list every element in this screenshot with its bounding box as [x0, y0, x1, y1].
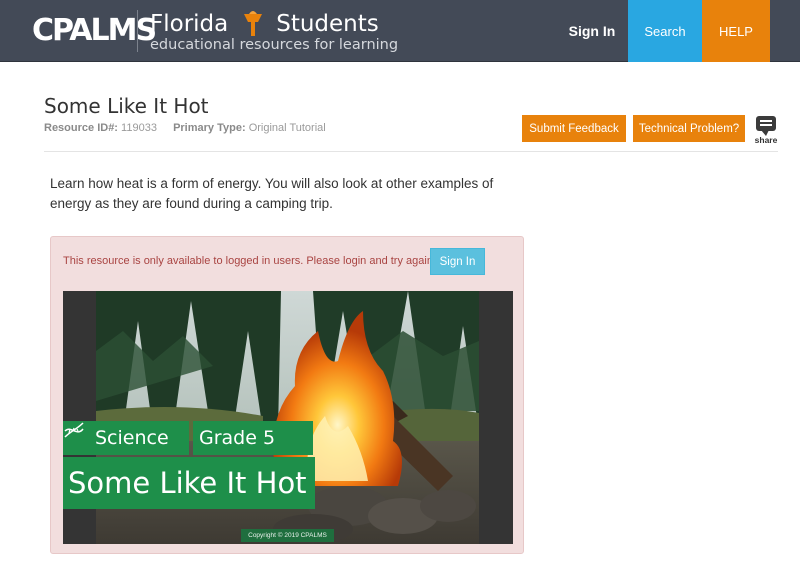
login-required-alert: This resource is only available to logge…: [50, 236, 524, 554]
alert-signin-button[interactable]: Sign In: [430, 248, 485, 275]
resource-id-value: 119033: [121, 122, 157, 134]
grade-tag: Grade 5: [193, 421, 313, 455]
torch-icon: [240, 10, 266, 38]
dna-icon: [64, 422, 84, 438]
resource-description: Learn how heat is a form of energy. You …: [50, 176, 494, 211]
copyright-label: Copyright © 2019 CPALMS: [241, 529, 334, 542]
speech-bubble-icon: [756, 116, 776, 136]
primary-type-label: Primary Type:: [173, 122, 246, 134]
nav-search-button[interactable]: Search: [628, 0, 702, 62]
brand-title: Florida Students: [150, 8, 379, 40]
page-title: Some Like It Hot: [44, 94, 209, 118]
share-button[interactable]: share: [754, 116, 778, 145]
brand-title-florida: Florida: [150, 11, 229, 37]
resource-meta: Resource ID#: 119033 Primary Type: Origi…: [44, 122, 326, 134]
technical-problem-button[interactable]: Technical Problem?: [633, 115, 745, 142]
title-divider: [44, 151, 778, 152]
site-header: CPALMS Florida Students educational reso…: [0, 0, 800, 62]
tutorial-preview-image: Science Grade 5 Some Like It Hot Copyrig…: [63, 291, 513, 544]
header-divider: [137, 10, 138, 52]
brand-title-students: Students: [276, 11, 379, 37]
nav-signin-link[interactable]: Sign In: [556, 0, 628, 62]
tutorial-title-banner: Some Like It Hot: [63, 457, 315, 509]
alert-message: This resource is only available to logge…: [63, 255, 436, 267]
nav-help-button[interactable]: HELP: [702, 0, 770, 62]
share-label: share: [754, 135, 778, 145]
submit-feedback-button[interactable]: Submit Feedback: [522, 115, 626, 142]
primary-type-value: Original Tutorial: [248, 122, 326, 134]
brand-subtitle: educational resources for learning: [150, 37, 399, 53]
subject-tag: Science: [63, 421, 189, 455]
subject-label: Science: [95, 427, 169, 449]
resource-id-label: Resource ID#:: [44, 122, 118, 134]
